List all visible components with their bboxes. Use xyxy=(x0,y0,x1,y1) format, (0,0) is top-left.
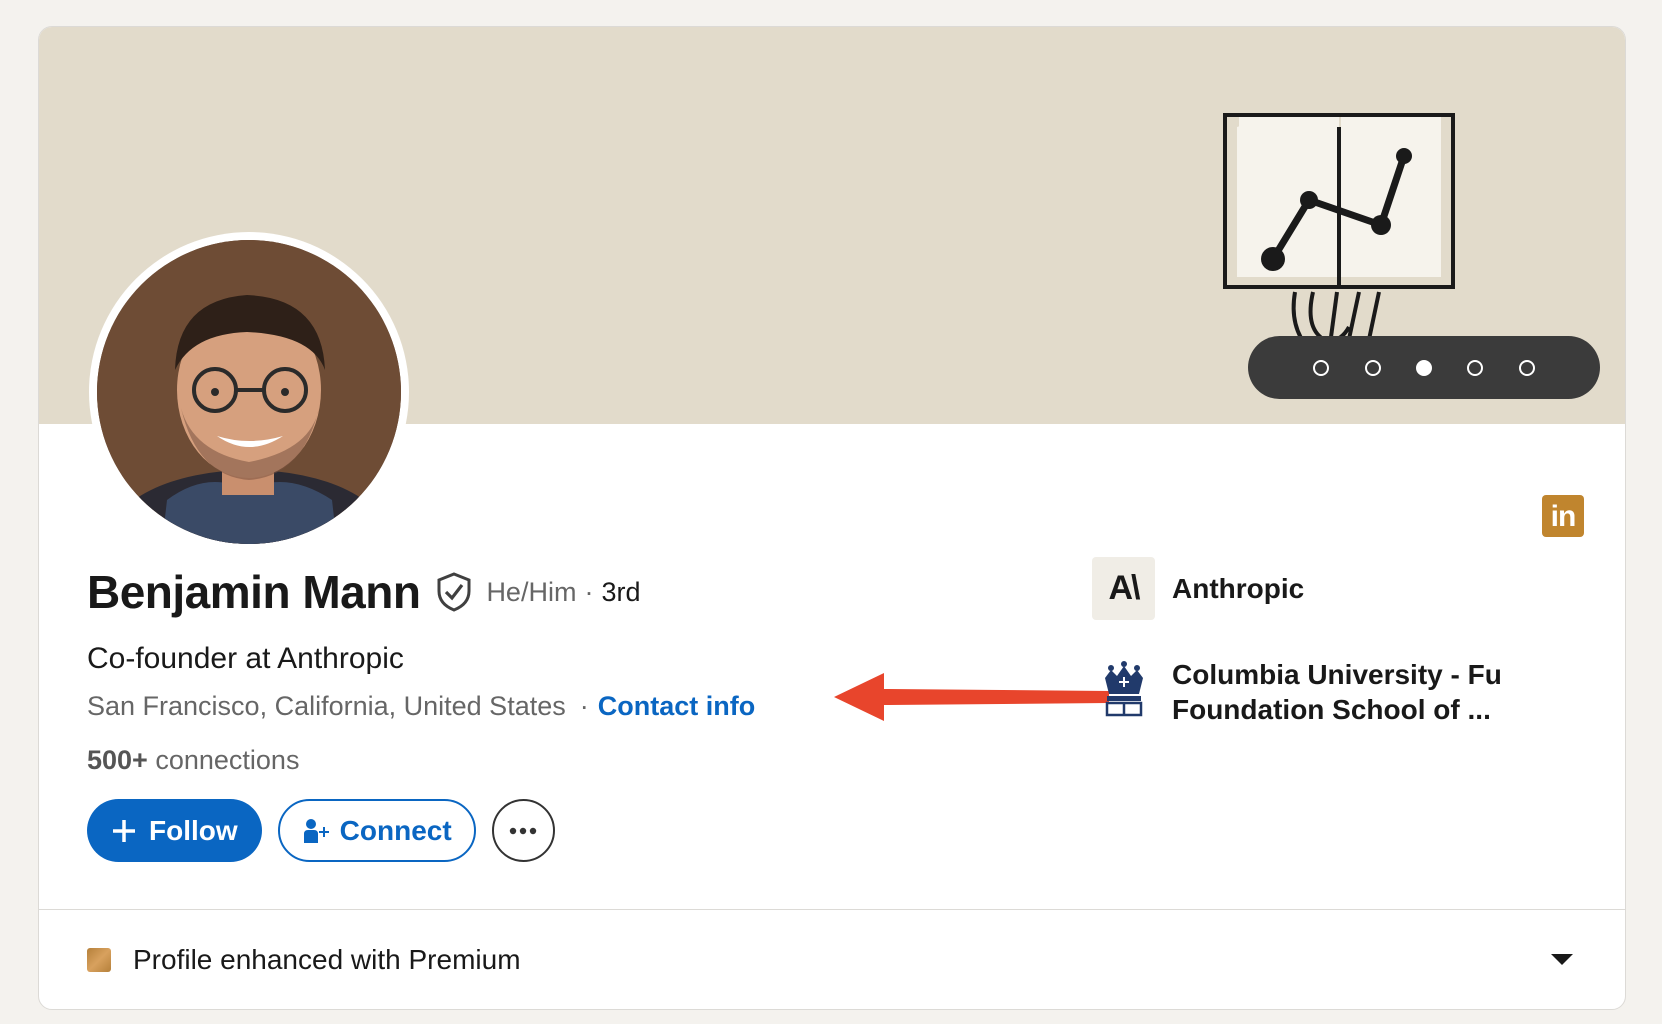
pronouns: He/Him xyxy=(486,576,577,607)
caret-down-icon[interactable] xyxy=(1551,954,1573,965)
contact-info-link[interactable]: Contact info xyxy=(598,691,755,722)
anthropic-logo: A\ xyxy=(1092,557,1155,620)
profile-card: in Benjamin Mann He/Him · 3rd Co-founder… xyxy=(38,26,1626,1010)
profile-actions: Follow Connect xyxy=(87,799,555,862)
name-row: Benjamin Mann He/Him · 3rd xyxy=(87,565,640,619)
premium-icon xyxy=(87,948,111,972)
connect-label: Connect xyxy=(339,814,452,846)
book-chart-illustration xyxy=(1223,113,1455,351)
banner-carousel-indicator xyxy=(1248,336,1600,399)
current-company[interactable]: A\ Anthropic xyxy=(1092,557,1304,620)
ellipsis-icon xyxy=(509,827,537,834)
carousel-dot-active[interactable] xyxy=(1415,359,1432,376)
connection-degree: 3rd xyxy=(601,576,641,607)
carousel-dot[interactable] xyxy=(1364,359,1381,376)
carousel-dot[interactable] xyxy=(1467,359,1484,376)
connections-count[interactable]: 500+ connections xyxy=(87,745,299,776)
carousel-dot[interactable] xyxy=(1313,359,1330,376)
contact-separator: · xyxy=(579,691,589,721)
premium-label: Profile enhanced with Premium xyxy=(133,944,521,975)
columbia-crown-logo-icon xyxy=(1092,657,1155,720)
profile-avatar[interactable] xyxy=(89,232,409,552)
degree-separator: · xyxy=(584,576,594,607)
location-row: San Francisco, California, United States… xyxy=(87,691,755,722)
linkedin-badge-icon: in xyxy=(1542,495,1584,537)
profile-name: Benjamin Mann xyxy=(87,566,421,618)
verified-shield-icon[interactable] xyxy=(436,572,472,612)
add-person-icon xyxy=(303,818,329,843)
red-annotation-arrow xyxy=(834,673,1109,721)
school-name: Columbia University - Fu Foundation Scho… xyxy=(1172,659,1502,725)
follow-label: Follow xyxy=(149,814,238,846)
connect-button[interactable]: Connect xyxy=(277,799,476,862)
education-school[interactable]: Columbia University - Fu Foundation Scho… xyxy=(1092,657,1512,727)
company-name: Anthropic xyxy=(1172,572,1305,604)
avatar-photo xyxy=(97,240,401,544)
profile-location: San Francisco, California, United States xyxy=(87,691,566,721)
follow-button[interactable]: Follow xyxy=(87,799,262,862)
more-actions-button[interactable] xyxy=(491,799,555,862)
profile-headline: Co-founder at Anthropic xyxy=(87,642,404,675)
plus-icon xyxy=(113,819,135,842)
connections-number: 500+ xyxy=(87,745,148,775)
carousel-dot[interactable] xyxy=(1518,359,1535,376)
premium-section-toggle[interactable]: Profile enhanced with Premium xyxy=(39,910,1625,1009)
avatar-illustration xyxy=(97,240,401,544)
connections-label: connections xyxy=(155,745,300,775)
